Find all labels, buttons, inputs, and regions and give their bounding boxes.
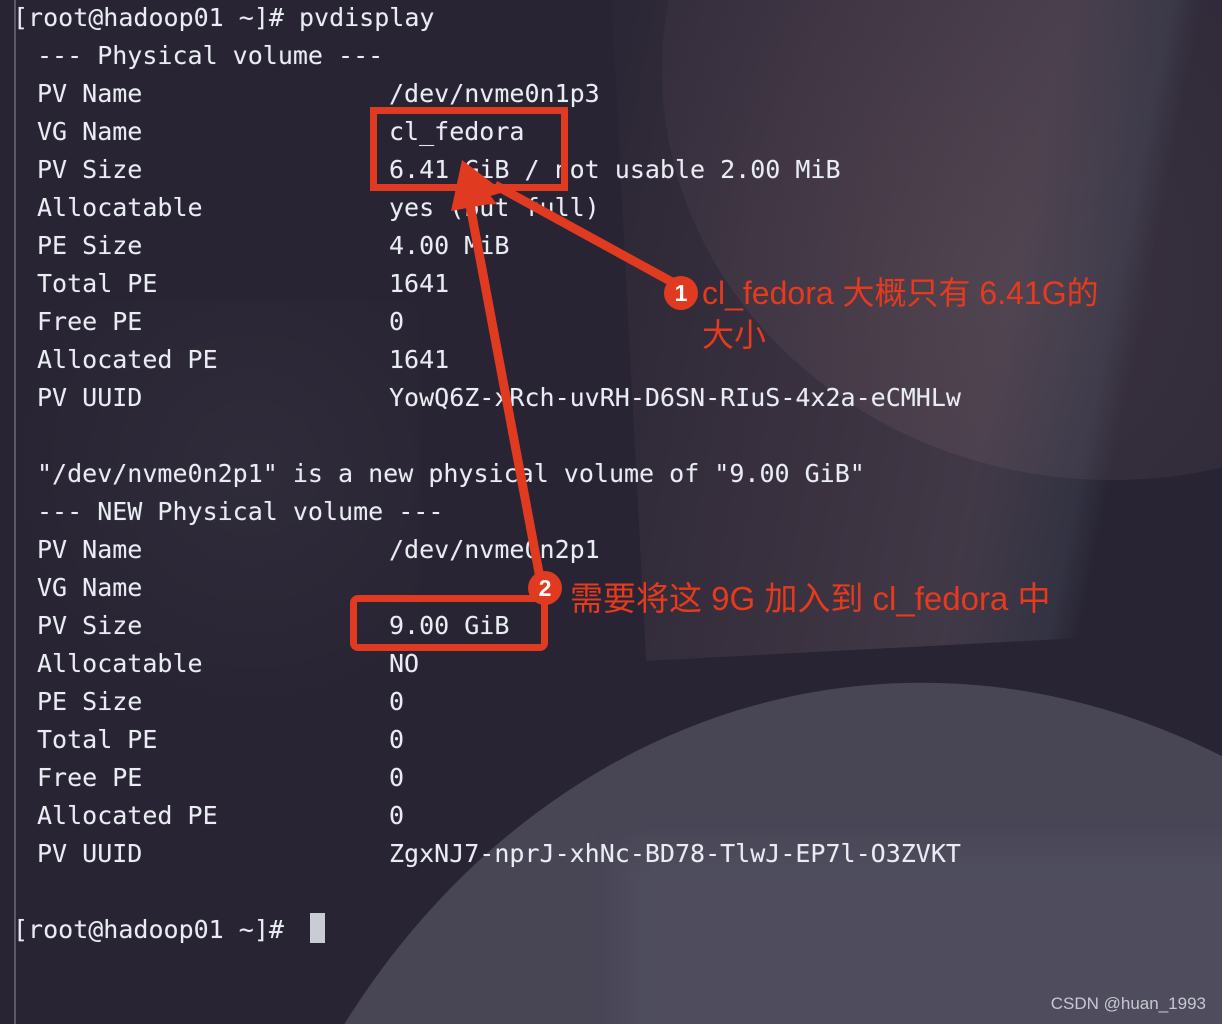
label-total-pe-1: Total PE bbox=[37, 269, 158, 298]
value-pv-uuid-1: YowQ6Z-xRch-uvRH-D6SN-RIuS-4x2a-eCMHLw bbox=[389, 383, 961, 412]
terminal-window: [root@hadoop01 ~]# pvdisplay --- Physica… bbox=[0, 0, 1222, 1024]
annotation-text-2: 需要将这 9G 加入到 cl_fedora 中 bbox=[570, 580, 1051, 617]
label-allocated-pe-2: Allocated PE bbox=[37, 801, 218, 830]
label-pv-name-2: PV Name bbox=[37, 535, 143, 564]
highlight-box-vg-name-and-size bbox=[370, 107, 568, 191]
value-free-pe-2: 0 bbox=[389, 763, 405, 792]
label-pv-name-1: PV Name bbox=[37, 79, 143, 108]
label-pe-size-2: PE Size bbox=[37, 687, 143, 716]
label-vg-name-1: VG Name bbox=[37, 117, 143, 146]
value-pv-name-2: /dev/nvme0n2p1 bbox=[389, 535, 600, 564]
highlight-box-pv-size-9gib bbox=[350, 595, 548, 651]
label-vg-name-2: VG Name bbox=[37, 573, 143, 602]
annotation-badge-1: 1 bbox=[664, 276, 698, 310]
value-pe-size-1: 4.00 MiB bbox=[389, 231, 510, 260]
label-total-pe-2: Total PE bbox=[37, 725, 158, 754]
label-allocatable-1: Allocatable bbox=[37, 193, 203, 222]
terminal-output[interactable]: [root@hadoop01 ~]# pvdisplay --- Physica… bbox=[0, 0, 1222, 1024]
value-total-pe-2: 0 bbox=[389, 725, 405, 754]
value-pe-size-2: 0 bbox=[389, 687, 405, 716]
label-pe-size-1: PE Size bbox=[37, 231, 143, 260]
value-total-pe-1: 1641 bbox=[389, 269, 450, 298]
value-allocated-pe-1: 1641 bbox=[389, 345, 450, 374]
annotation-text-1: cl_fedora 大概只有 6.41G的 大小 bbox=[702, 275, 1099, 353]
label-pv-size-1: PV Size bbox=[37, 155, 143, 184]
value-allocatable-1: yes (but full) bbox=[389, 193, 600, 222]
line-new-volume-notice: "/dev/nvme0n2p1" is a new physical volum… bbox=[37, 459, 865, 488]
label-pv-uuid-2: PV UUID bbox=[37, 839, 143, 868]
label-allocatable-2: Allocatable bbox=[37, 649, 203, 678]
annotation-badge-2: 2 bbox=[528, 571, 562, 605]
block-cursor bbox=[310, 913, 325, 943]
line-header-physical-volume: --- Physical volume --- bbox=[37, 41, 384, 70]
csdn-watermark: CSDN @huan_1993 bbox=[1050, 994, 1206, 1013]
label-allocated-pe-1: Allocated PE bbox=[37, 345, 218, 374]
terminal-prompt-line-top: [root@hadoop01 ~]# pvdisplay bbox=[13, 3, 435, 32]
line-header-new-physical-volume: --- NEW Physical volume --- bbox=[37, 497, 444, 526]
label-free-pe-2: Free PE bbox=[37, 763, 143, 792]
value-free-pe-1: 0 bbox=[389, 307, 405, 336]
value-allocated-pe-2: 0 bbox=[389, 801, 405, 830]
label-pv-uuid-1: PV UUID bbox=[37, 383, 143, 412]
label-pv-size-2: PV Size bbox=[37, 611, 143, 640]
label-free-pe-1: Free PE bbox=[37, 307, 143, 336]
terminal-prompt-line-bottom: [root@hadoop01 ~]# bbox=[13, 915, 299, 944]
value-pv-uuid-2: ZgxNJ7-nprJ-xhNc-BD78-TlwJ-EP7l-O3ZVKT bbox=[389, 839, 961, 868]
